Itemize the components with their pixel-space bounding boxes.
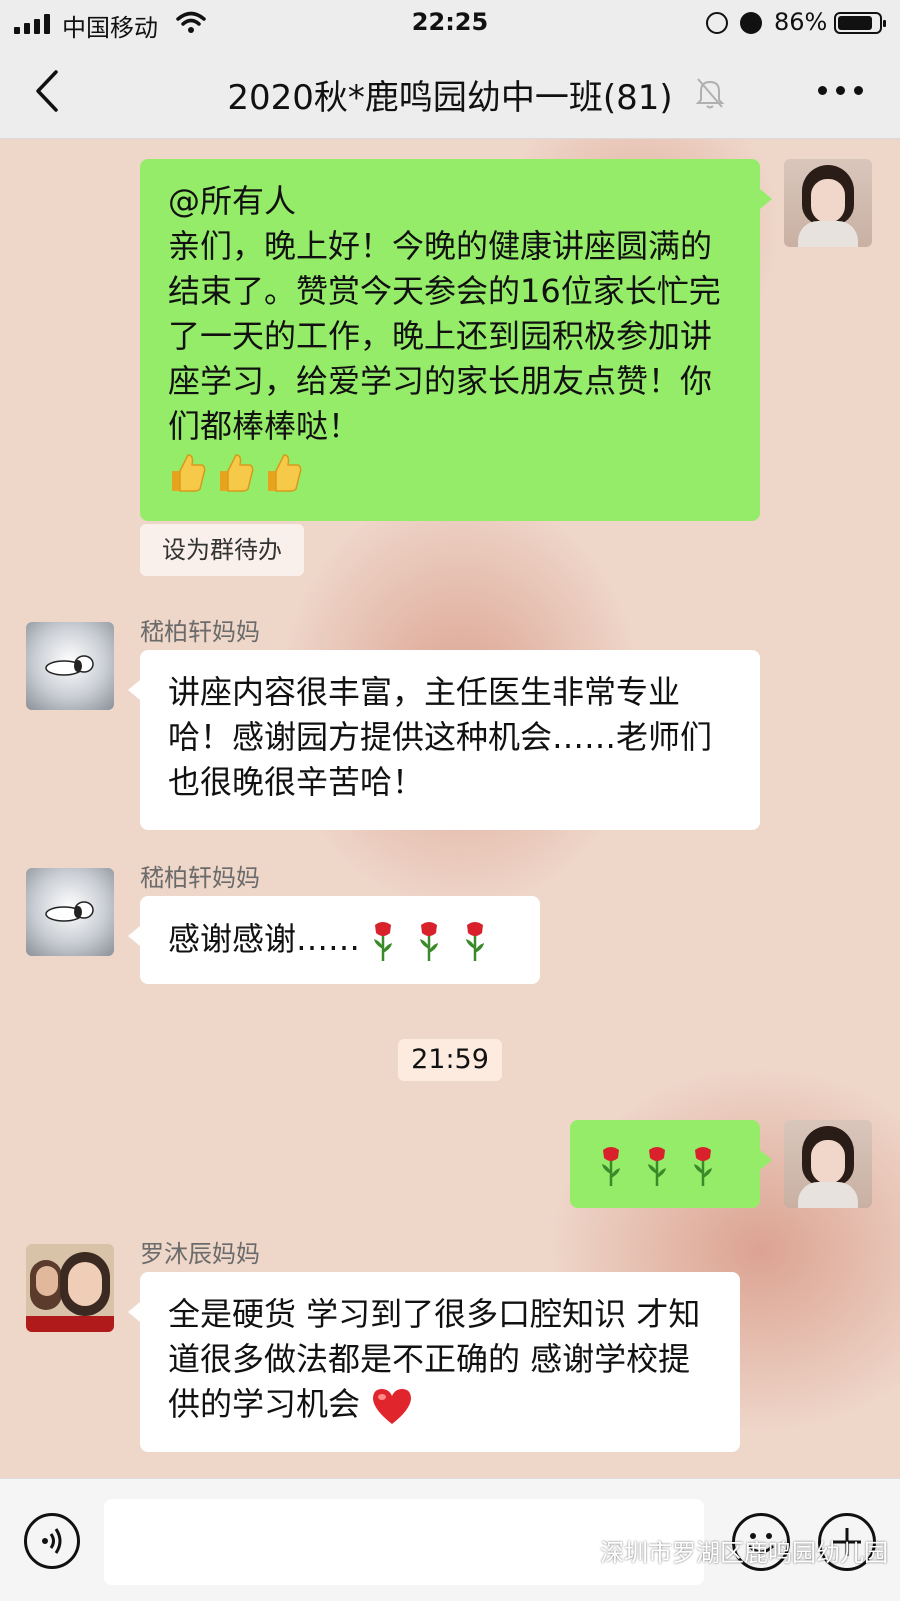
incoming-message-bubble[interactable]: 讲座内容很丰富，主任医生非常专业哈！感谢园方提供这种机会……老师们也很晚很辛苦哈… [128, 650, 760, 830]
rose-icon [598, 1144, 624, 1188]
battery-percent: 86% [774, 8, 828, 36]
chat-title: 2020秋*鹿鸣园幼中一班(81) [227, 78, 673, 118]
thumbs-up-icon [168, 451, 208, 495]
chat-header: 2020秋*鹿鸣园幼中一班(81) [0, 46, 900, 139]
thumbs-up-icon [216, 451, 256, 495]
battery-icon [834, 12, 886, 34]
message-text: 感谢感谢…… [168, 920, 361, 958]
sender-avatar[interactable] [26, 868, 114, 956]
sender-avatar[interactable] [26, 622, 114, 710]
sender-name: 嵇柏轩妈妈 [140, 618, 260, 646]
rose-icon [370, 919, 396, 963]
status-bar: 中国移动 22:25 86% [0, 0, 900, 46]
rose-icon [690, 1144, 716, 1188]
incoming-message-bubble[interactable]: 全是硬货 学习到了很多口腔知识 才知道很多做法都是不正确的 感谢学校提供的学习机… [128, 1272, 740, 1452]
message-text: @所有人 亲们，晚上好！今晚的健康讲座圆满的结束了。赞赏今天参会的16位家长忙完… [168, 182, 721, 445]
thumbs-up-emoji-row [168, 449, 736, 495]
rose-icon [644, 1144, 670, 1188]
outgoing-message-bubble[interactable] [570, 1120, 772, 1208]
voice-icon[interactable] [24, 1513, 80, 1569]
rose-icon [462, 919, 488, 963]
sender-name: 嵇柏轩妈妈 [140, 864, 260, 892]
watermark-text: 深圳市罗湖区鹿鸣园幼儿园 [600, 1539, 888, 1567]
red-heart-icon [370, 1386, 414, 1426]
sender-name: 罗沐辰妈妈 [140, 1240, 260, 1268]
battery-fill [838, 16, 872, 30]
alarm-icon [740, 12, 762, 34]
wechat-icon [566, 1538, 595, 1559]
message-text: 全是硬货 学习到了很多口腔知识 才知道很多做法都是不正确的 感谢学校提供的学习机… [168, 1295, 701, 1423]
self-avatar[interactable] [784, 159, 872, 247]
message-timestamp: 21:59 [398, 1039, 502, 1081]
incoming-message-bubble[interactable]: 感谢感谢…… [128, 896, 540, 984]
rotation-lock-icon [706, 12, 728, 34]
status-time: 22:25 [411, 8, 489, 36]
outgoing-message-bubble[interactable]: @所有人 亲们，晚上好！今晚的健康讲座圆满的结束了。赞赏今天参会的16位家长忙完… [140, 159, 772, 521]
self-avatar[interactable] [784, 1120, 872, 1208]
thumbs-up-icon [264, 451, 304, 495]
message-text: 讲座内容很丰富，主任医生非常专业哈！感谢园方提供这种机会……老师们也很晚很辛苦哈… [168, 673, 713, 801]
dog-icon [45, 901, 94, 922]
sender-avatar[interactable] [26, 1244, 114, 1332]
mute-bell-icon [695, 78, 725, 109]
dog-icon [45, 655, 94, 676]
set-group-todo-button[interactable]: 设为群待办 [140, 524, 304, 576]
rose-icon [416, 919, 442, 963]
more-icon[interactable] [818, 86, 864, 98]
